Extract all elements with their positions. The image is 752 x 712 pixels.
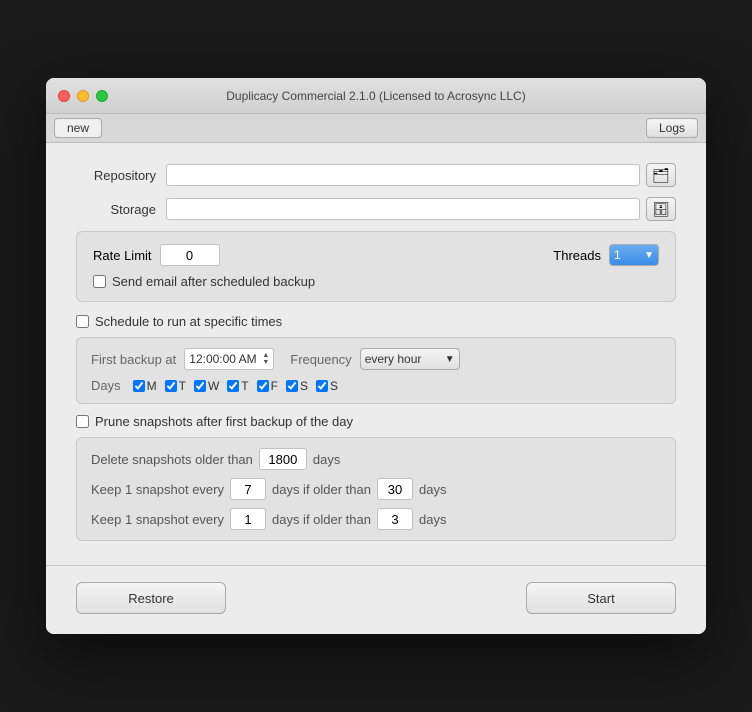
threads-value: 1 — [614, 248, 621, 262]
toolbar-spacer — [102, 118, 646, 138]
day-m[interactable]: M — [133, 379, 157, 393]
repository-browse-button[interactable]: 🗂 — [646, 163, 676, 187]
keep1-label3: days — [419, 482, 446, 497]
schedule-checkbox-row: Schedule to run at specific times — [76, 314, 676, 329]
keep2-value2-input[interactable] — [377, 508, 413, 530]
toolbar: new Logs — [46, 114, 706, 143]
frequency-value: every hour — [365, 352, 422, 366]
time-value: 12:00:00 AM — [189, 352, 256, 366]
keep2-label1: Keep 1 snapshot every — [91, 512, 224, 527]
restore-button[interactable]: Restore — [76, 582, 226, 614]
send-email-checkbox[interactable] — [93, 275, 106, 288]
maximize-button[interactable] — [96, 90, 108, 102]
repository-label: Repository — [76, 168, 156, 183]
traffic-lights — [58, 90, 108, 102]
threads-label: Threads — [553, 248, 601, 263]
frequency-dropdown[interactable]: every hour ▼ — [360, 348, 460, 370]
rate-threads-row: Rate Limit Threads 1 ▼ — [93, 244, 659, 266]
folder-icon: 🗂 — [652, 167, 670, 184]
day-t2[interactable]: T — [227, 379, 248, 393]
window-title: Duplicacy Commercial 2.1.0 (Licensed to … — [226, 89, 525, 103]
day-w[interactable]: W — [194, 379, 219, 393]
rate-limit-label: Rate Limit — [93, 248, 152, 263]
frequency-arrow-icon: ▼ — [445, 354, 455, 365]
day-f-checkbox[interactable] — [257, 380, 269, 392]
day-s1[interactable]: S — [286, 379, 308, 393]
prune-box: Delete snapshots older than days Keep 1 … — [76, 437, 676, 541]
day-m-checkbox[interactable] — [133, 380, 145, 392]
day-t1-checkbox[interactable] — [165, 380, 177, 392]
rate-limit-input[interactable] — [160, 244, 220, 266]
delete-value-input[interactable] — [259, 448, 307, 470]
day-t2-checkbox[interactable] — [227, 380, 239, 392]
storage-row: Storage 🗄 — [76, 197, 676, 221]
keep2-label2: days if older than — [272, 512, 371, 527]
keep1-label2: days if older than — [272, 482, 371, 497]
titlebar: Duplicacy Commercial 2.1.0 (Licensed to … — [46, 78, 706, 114]
delete-label1: Delete snapshots older than — [91, 452, 253, 467]
prune-checkbox-label[interactable]: Prune snapshots after first backup of th… — [76, 414, 353, 429]
schedule-time-row: First backup at 12:00:00 AM ▲ ▼ Frequenc… — [91, 348, 661, 370]
keep2-row: Keep 1 snapshot every days if older than… — [91, 508, 661, 530]
database-icon: 🗄 — [652, 201, 670, 218]
threads-dropdown[interactable]: 1 ▼ — [609, 244, 659, 266]
keep1-value2-input[interactable] — [377, 478, 413, 500]
prune-checkbox-row: Prune snapshots after first backup of th… — [76, 414, 676, 429]
new-tab[interactable]: new — [54, 118, 102, 138]
days-row: Days M T W T — [91, 378, 661, 393]
delete-row: Delete snapshots older than days — [91, 448, 661, 470]
keep1-value-input[interactable] — [230, 478, 266, 500]
delete-label2: days — [313, 452, 340, 467]
day-s1-checkbox[interactable] — [286, 380, 298, 392]
keep2-label3: days — [419, 512, 446, 527]
frequency-label: Frequency — [290, 352, 351, 367]
time-down-icon[interactable]: ▼ — [262, 359, 269, 366]
repository-row: Repository 🗂 — [76, 163, 676, 187]
day-t1[interactable]: T — [165, 379, 186, 393]
repository-input[interactable] — [166, 164, 640, 186]
logs-button[interactable]: Logs — [646, 118, 698, 138]
keep1-row: Keep 1 snapshot every days if older than… — [91, 478, 661, 500]
keep2-value-input[interactable] — [230, 508, 266, 530]
main-window: Duplicacy Commercial 2.1.0 (Licensed to … — [46, 78, 706, 634]
schedule-checkbox[interactable] — [76, 315, 89, 328]
storage-browse-button[interactable]: 🗄 — [646, 197, 676, 221]
minimize-button[interactable] — [77, 90, 89, 102]
prune-checkbox[interactable] — [76, 415, 89, 428]
start-button[interactable]: Start — [526, 582, 676, 614]
settings-box: Rate Limit Threads 1 ▼ Send email after … — [76, 231, 676, 302]
day-w-checkbox[interactable] — [194, 380, 206, 392]
schedule-box: First backup at 12:00:00 AM ▲ ▼ Frequenc… — [76, 337, 676, 404]
bottom-buttons: Restore Start — [46, 565, 706, 634]
day-s2[interactable]: S — [316, 379, 338, 393]
close-button[interactable] — [58, 90, 70, 102]
send-email-label[interactable]: Send email after scheduled backup — [93, 274, 315, 289]
threads-arrow-icon: ▼ — [644, 250, 654, 261]
time-input-container: 12:00:00 AM ▲ ▼ — [184, 348, 274, 370]
day-s2-checkbox[interactable] — [316, 380, 328, 392]
schedule-checkbox-label[interactable]: Schedule to run at specific times — [76, 314, 282, 329]
keep1-label1: Keep 1 snapshot every — [91, 482, 224, 497]
days-checkboxes: M T W T F — [133, 379, 338, 393]
day-f[interactable]: F — [257, 379, 278, 393]
storage-input[interactable] — [166, 198, 640, 220]
time-spinners: ▲ ▼ — [262, 352, 269, 366]
days-label: Days — [91, 378, 121, 393]
storage-label: Storage — [76, 202, 156, 217]
first-backup-label: First backup at — [91, 352, 176, 367]
main-content: Repository 🗂 Storage 🗄 Rate Limit Thread… — [46, 143, 706, 565]
email-row: Send email after scheduled backup — [93, 274, 659, 289]
time-up-icon[interactable]: ▲ — [262, 352, 269, 359]
